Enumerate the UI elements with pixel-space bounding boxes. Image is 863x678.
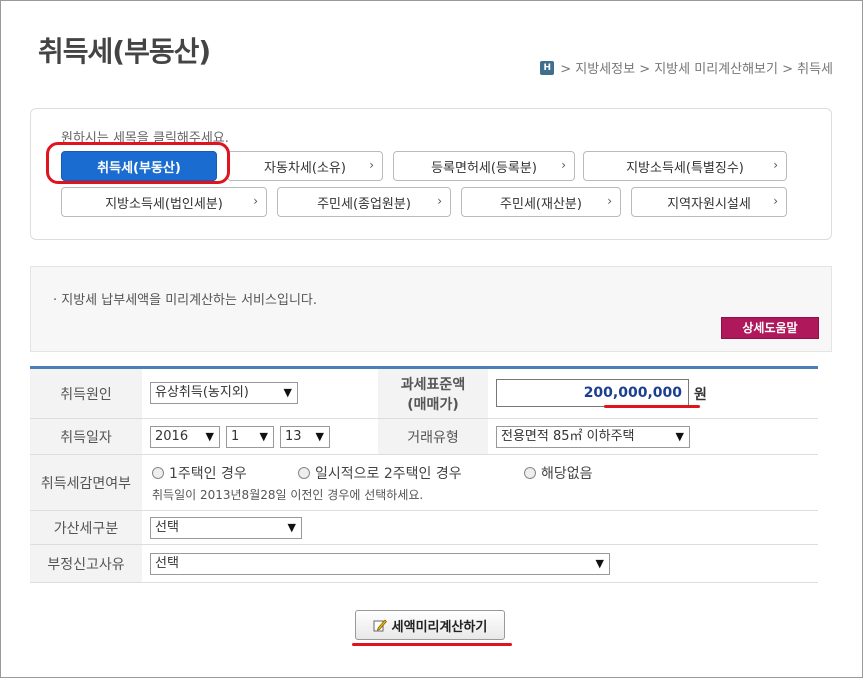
select-value: 유상취득(농지외): [155, 385, 249, 400]
breadcrumb: H > 지방세정보 > 지방세 미리계산해보기 > 취득세: [540, 58, 833, 77]
label-acquisition-date: 취득일자: [30, 419, 142, 454]
tax-button-label: 지방소득세(법인세분): [105, 196, 223, 212]
year-select[interactable]: 2016 ▼: [150, 426, 220, 448]
page-title: 취득세(부동산): [38, 35, 211, 68]
breadcrumb-path: > 지방세정보 > 지방세 미리계산해보기 > 취득세: [560, 62, 833, 77]
highlight-underline-button: [352, 643, 512, 646]
surcharge-select[interactable]: 선택 ▼: [150, 517, 302, 539]
form-row-date: 취득일자 2016 ▼ 1 ▼ 13 ▼ 거래유형 전용면적 85㎡ 이하주택 …: [30, 419, 818, 455]
calculate-button-label: 세액미리계산하기: [391, 619, 488, 635]
form-row-surcharge: 가산세구분 선택 ▼: [30, 511, 818, 545]
tax-button-local-income-corporate[interactable]: 지방소득세(법인세분) ›: [61, 187, 267, 217]
label-tax-base-line2: (매매가): [407, 396, 459, 413]
improper-reason-select[interactable]: 선택 ▼: [150, 553, 610, 575]
select-value: 전용면적 85㎡ 이하주택: [501, 429, 635, 444]
label-reduction: 취득세감면여부: [30, 455, 142, 510]
dropdown-arrow-icon: ▼: [283, 386, 292, 399]
radio-temporary-two-houses[interactable]: 일시적으로 2주택인 경우: [298, 463, 462, 483]
info-box: · 지방세 납부세액을 미리계산하는 서비스입니다. 상세도움말: [30, 266, 832, 352]
tax-button-label: 등록면허세(등록분): [431, 160, 537, 176]
tax-base-input[interactable]: 200,000,000: [496, 379, 689, 407]
help-button[interactable]: 상세도움말: [721, 317, 819, 339]
chevron-right-icon: ›: [253, 194, 258, 208]
radio-circle-icon: [152, 467, 164, 479]
radio-label: 1주택인 경우: [169, 466, 247, 482]
home-icon[interactable]: H: [540, 60, 555, 75]
radio-circle-icon: [524, 467, 536, 479]
label-acquisition-cause: 취득원인: [30, 369, 142, 418]
tax-button-label: 주민세(재산분): [500, 196, 582, 212]
label-transaction-type: 거래유형: [378, 419, 488, 454]
select-value: 1: [231, 429, 240, 444]
tax-button-registration[interactable]: 등록면허세(등록분) ›: [393, 151, 575, 181]
chevron-right-icon: ›: [773, 158, 778, 172]
radio-label: 해당없음: [541, 466, 593, 482]
label-improper-reason: 부정신고사유: [30, 545, 142, 582]
label-surcharge: 가산세구분: [30, 511, 142, 544]
select-value: 선택: [155, 520, 179, 535]
chevron-right-icon: ›: [369, 158, 374, 172]
radio-not-applicable[interactable]: 해당없음: [524, 463, 593, 483]
tax-button-label: 지역자원시설세: [667, 196, 751, 212]
tax-button-label: 지방소득세(특별징수): [626, 160, 744, 176]
highlight-circle: [46, 142, 230, 184]
calculate-button[interactable]: 세액미리계산하기: [355, 610, 505, 640]
chevron-right-icon: ›: [607, 194, 612, 208]
dropdown-arrow-icon: ▼: [315, 430, 324, 443]
label-tax-base-line1: 과세표준액: [400, 376, 466, 393]
dropdown-arrow-icon: ▼: [287, 521, 296, 534]
chevron-right-icon: ›: [561, 158, 566, 172]
radio-label: 일시적으로 2주택인 경우: [315, 466, 462, 482]
month-select[interactable]: 1 ▼: [226, 426, 274, 448]
form-row-improper: 부정신고사유 선택 ▼: [30, 545, 818, 583]
calc-form: 취득원인 유상취득(농지외) ▼ 과세표준액 (매매가) 200,000,000…: [30, 366, 818, 583]
select-value: 13: [285, 429, 302, 444]
acquisition-cause-select[interactable]: 유상취득(농지외) ▼: [150, 382, 298, 404]
pencil-icon: [373, 619, 387, 632]
dropdown-arrow-icon: ▼: [259, 430, 268, 443]
tax-button-label: 자동차세(소유): [264, 160, 346, 176]
radio-one-house[interactable]: 1주택인 경우: [152, 463, 247, 483]
select-value: 선택: [155, 556, 179, 571]
transaction-type-select[interactable]: 전용면적 85㎡ 이하주택 ▼: [496, 426, 690, 448]
label-tax-base: 과세표준액 (매매가): [378, 369, 488, 418]
reduction-note: 취득일이 2013년8월28일 이전인 경우에 선택하세요.: [152, 488, 424, 502]
radio-circle-icon: [298, 467, 310, 479]
chevron-right-icon: ›: [773, 194, 778, 208]
info-text: · 지방세 납부세액을 미리계산하는 서비스입니다.: [53, 293, 317, 308]
select-value: 2016: [155, 429, 189, 444]
highlight-underline-amount: [604, 405, 700, 408]
day-select[interactable]: 13 ▼: [280, 426, 330, 448]
tax-button-regional-resource[interactable]: 지역자원시설세 ›: [631, 187, 787, 217]
form-row-cause: 취득원인 유상취득(농지외) ▼ 과세표준액 (매매가) 200,000,000…: [30, 369, 818, 419]
dropdown-arrow-icon: ▼: [675, 430, 684, 443]
tax-button-label: 주민세(종업원분): [317, 196, 411, 212]
form-row-reduction: 취득세감면여부 1주택인 경우 일시적으로 2주택인 경우 해당없음 취득일이 …: [30, 455, 818, 511]
chevron-right-icon: ›: [437, 194, 442, 208]
tax-button-resident-property[interactable]: 주민세(재산분) ›: [461, 187, 621, 217]
dropdown-arrow-icon: ▼: [595, 557, 604, 570]
unit-won: 원: [694, 387, 707, 403]
tax-button-resident-employee[interactable]: 주민세(종업원분) ›: [277, 187, 451, 217]
dropdown-arrow-icon: ▼: [205, 430, 214, 443]
tax-button-local-income-special[interactable]: 지방소득세(특별징수) ›: [583, 151, 787, 181]
tax-button-vehicle[interactable]: 자동차세(소유) ›: [227, 151, 383, 181]
